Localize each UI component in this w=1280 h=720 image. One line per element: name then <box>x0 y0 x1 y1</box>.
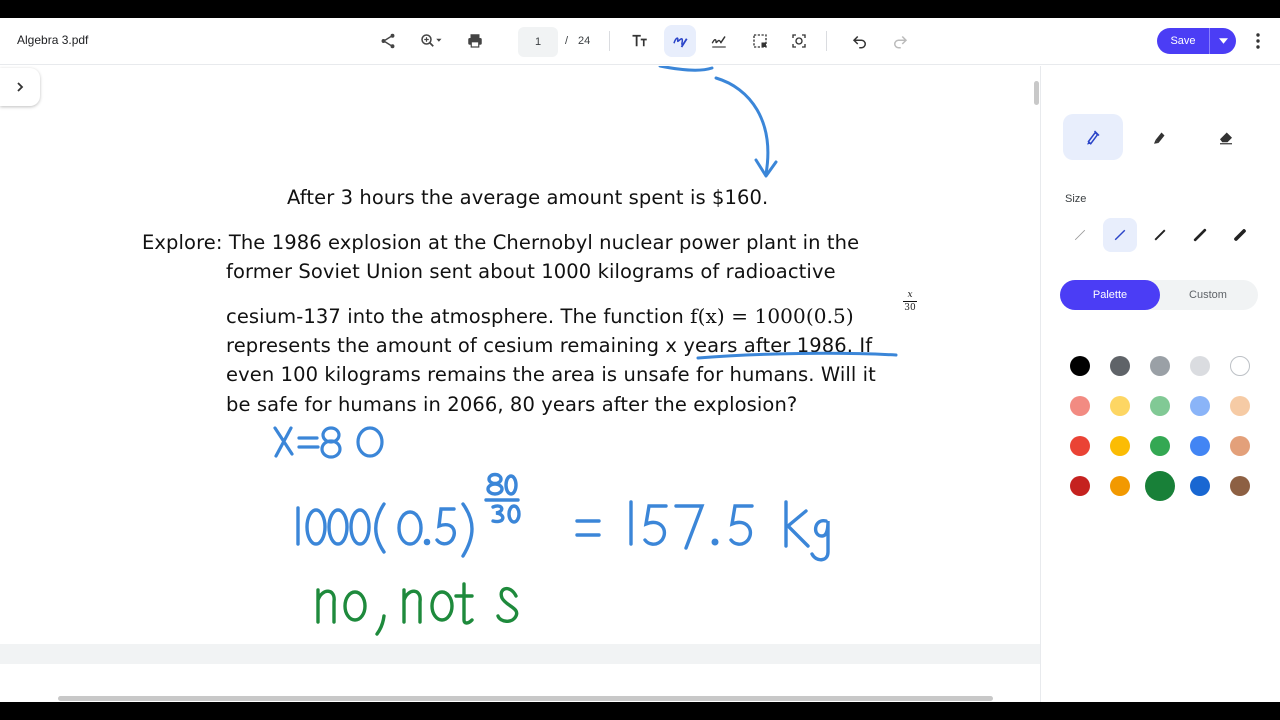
eraser-icon <box>1220 132 1232 145</box>
ink-conclusion <box>316 582 519 636</box>
color-swatch[interactable] <box>1070 476 1090 496</box>
text-size-icon <box>632 34 647 47</box>
select-icon <box>753 34 767 48</box>
zoom-icon <box>421 34 442 47</box>
color-swatch[interactable] <box>1150 436 1170 456</box>
more-icon <box>1256 33 1260 49</box>
signature-button[interactable] <box>703 25 735 57</box>
toolbar-divider <box>826 31 827 51</box>
page-total: 24 <box>578 35 591 47</box>
color-swatch[interactable] <box>1110 396 1130 416</box>
document-viewer[interactable]: After 3 hours the average amount spent i… <box>0 66 1040 702</box>
color-swatch[interactable] <box>1190 436 1210 456</box>
draw-tool-button[interactable] <box>664 25 696 57</box>
ink-underline <box>696 351 898 360</box>
share-icon <box>381 33 395 49</box>
save-options-button[interactable] <box>1210 28 1236 54</box>
undo-icon <box>852 35 866 49</box>
save-button[interactable]: Save <box>1157 28 1209 54</box>
page-separator: / <box>565 35 569 47</box>
line-icon <box>1114 229 1126 241</box>
size-option-3[interactable] <box>1143 218 1177 252</box>
color-swatch[interactable] <box>1190 356 1210 376</box>
color-swatch[interactable] <box>1150 356 1170 376</box>
size-label: Size <box>1065 193 1087 205</box>
redo-icon <box>894 35 908 49</box>
color-swatch[interactable] <box>1070 436 1090 456</box>
color-swatch[interactable] <box>1230 396 1250 416</box>
ink-annotations <box>273 66 898 636</box>
letterbox-bottom <box>0 702 1280 720</box>
pdf-editor-app: Algebra 3.pdf 1 / 24 Save After 3 hours … <box>0 18 1280 702</box>
size-option-4[interactable] <box>1183 218 1217 252</box>
save-button-group: Save <box>1157 28 1236 54</box>
top-toolbar: Algebra 3.pdf 1 / 24 Save <box>0 18 1280 65</box>
chevron-right-icon <box>17 82 24 92</box>
color-swatch[interactable] <box>1145 471 1175 501</box>
chevron-down-icon <box>1218 38 1228 44</box>
thin-line-icon <box>1074 229 1086 241</box>
color-swatch[interactable] <box>1230 356 1250 376</box>
color-swatch[interactable] <box>1150 396 1170 416</box>
file-name: Algebra 3.pdf <box>17 33 89 47</box>
tab-custom[interactable]: Custom <box>1158 280 1258 310</box>
thickest-line-icon <box>1234 229 1246 241</box>
color-swatch[interactable] <box>1190 396 1210 416</box>
color-swatch[interactable] <box>1110 476 1130 496</box>
color-swatch[interactable] <box>1230 476 1250 496</box>
horizontal-scrollbar[interactable] <box>58 696 993 701</box>
ink-x-equals-80 <box>273 426 384 459</box>
color-swatch[interactable] <box>1110 436 1130 456</box>
signature-icon <box>711 36 726 48</box>
highlighter-tool-button[interactable] <box>1130 114 1190 160</box>
thick-line-icon <box>1193 228 1207 242</box>
draw-icon <box>673 37 688 48</box>
text-tool-button[interactable] <box>624 25 656 57</box>
screenshot-button[interactable] <box>783 25 815 57</box>
color-swatch[interactable] <box>1230 436 1250 456</box>
print-button[interactable] <box>459 25 491 57</box>
page-separator-gap <box>0 644 1040 664</box>
size-option-5[interactable] <box>1223 218 1257 252</box>
tab-palette[interactable]: Palette <box>1060 280 1160 310</box>
page-number-input[interactable]: 1 <box>518 27 558 57</box>
select-area-button[interactable] <box>744 25 776 57</box>
sidebar-toggle-button[interactable] <box>0 68 40 106</box>
ink-calculation <box>296 472 830 562</box>
color-mode-toggle: Palette Custom <box>1060 280 1258 310</box>
undo-button[interactable] <box>844 25 876 57</box>
print-icon <box>468 34 482 48</box>
pen-tool-button[interactable] <box>1063 114 1123 160</box>
ink-arrow-top-stroke <box>658 66 714 72</box>
vertical-scrollbar[interactable] <box>1034 81 1039 105</box>
color-swatch[interactable] <box>1070 356 1090 376</box>
more-options-button[interactable] <box>1250 30 1266 52</box>
size-option-1[interactable] <box>1063 218 1097 252</box>
toolbar-divider <box>609 31 610 51</box>
letterbox-top <box>0 0 1280 18</box>
share-button[interactable] <box>372 25 404 57</box>
color-swatch[interactable] <box>1110 356 1130 376</box>
color-swatch[interactable] <box>1070 396 1090 416</box>
zoom-button[interactable] <box>410 25 452 57</box>
pen-icon <box>1087 130 1100 145</box>
color-swatch[interactable] <box>1190 476 1210 496</box>
ink-arrow-shaft <box>714 76 770 176</box>
highlighter-icon <box>1154 132 1165 144</box>
redo-button[interactable] <box>884 25 916 57</box>
eraser-tool-button[interactable] <box>1196 114 1256 160</box>
draw-options-panel: Size Palette Custom <box>1040 66 1280 702</box>
medium-line-icon <box>1154 229 1166 241</box>
screenshot-icon <box>792 34 806 48</box>
size-option-2[interactable] <box>1103 218 1137 252</box>
